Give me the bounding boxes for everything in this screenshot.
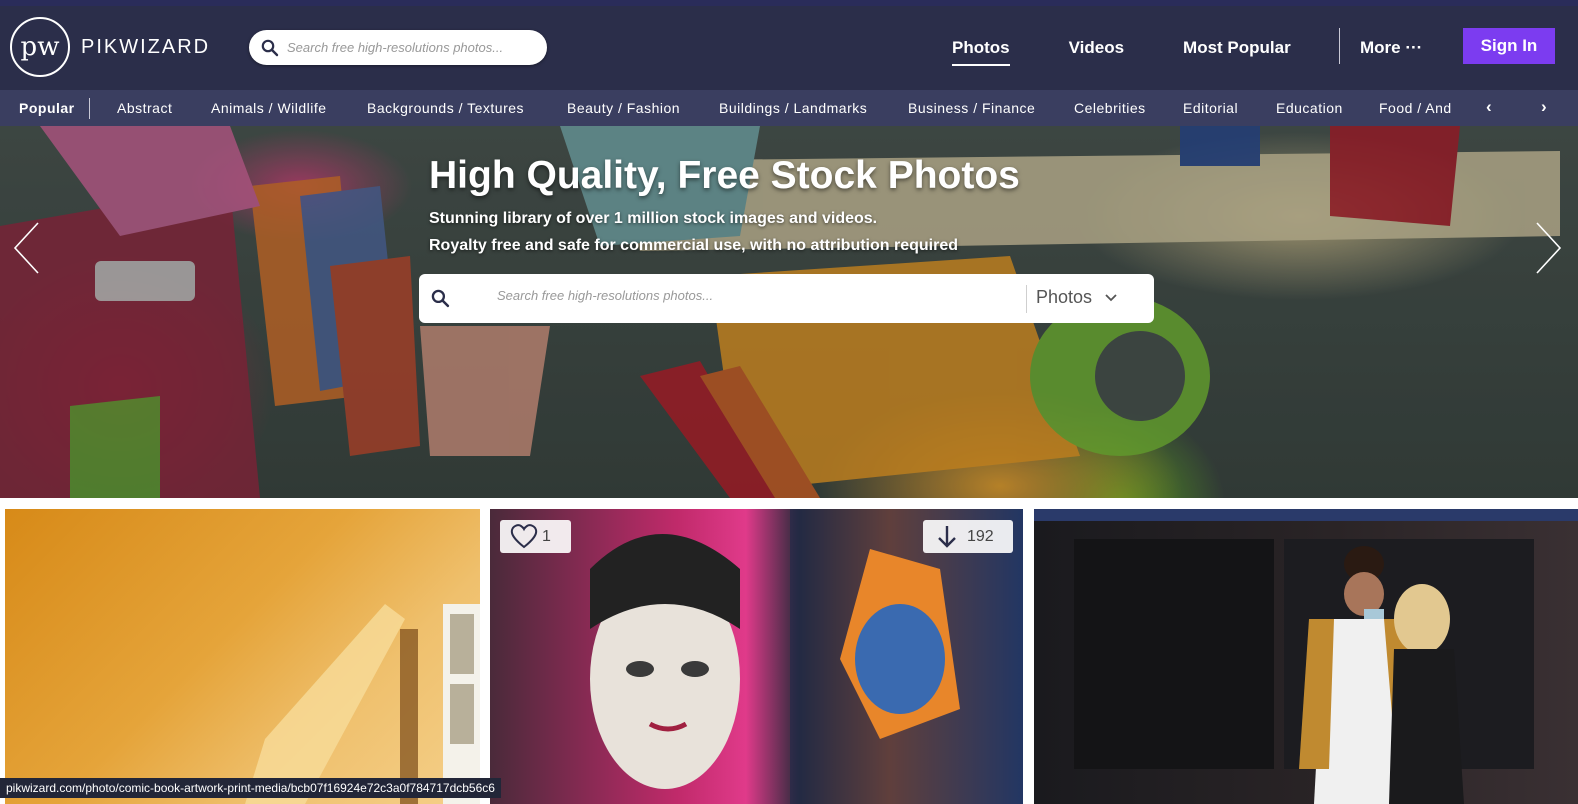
status-bar-url: pikwizard.com/photo/comic-book-artwork-p… xyxy=(0,778,501,798)
chevron-down-icon xyxy=(1105,294,1117,302)
hero-subtitle-2: Royalty free and safe for commercial use… xyxy=(429,237,958,254)
category-editorial[interactable]: Editorial xyxy=(1183,100,1238,116)
more-menu-button[interactable]: More ··· xyxy=(1360,38,1422,58)
category-scroll-right-icon[interactable]: › xyxy=(1541,97,1547,117)
site-header: pw PIKWIZARD Photos Videos Most Popular … xyxy=(0,6,1578,90)
header-search xyxy=(249,30,547,65)
like-button[interactable]: 1 xyxy=(500,520,571,553)
photo-tile[interactable]: 1 192 xyxy=(490,509,1023,804)
heart-icon xyxy=(510,524,538,549)
photo-tile[interactable] xyxy=(1034,509,1578,804)
nav-photos[interactable]: Photos xyxy=(952,38,1010,66)
search-type-divider xyxy=(1026,285,1027,313)
search-icon[interactable] xyxy=(431,289,450,308)
hero-search-bar: Photos xyxy=(419,274,1154,323)
hero-title: High Quality, Free Stock Photos xyxy=(429,154,1020,197)
hero-subtitle-1: Stunning library of over 1 million stock… xyxy=(429,210,878,227)
category-animals-wildlife[interactable]: Animals / Wildlife xyxy=(211,100,327,116)
logo-text: PIKWIZARD xyxy=(81,35,211,58)
category-beauty-fashion[interactable]: Beauty / Fashion xyxy=(567,100,680,116)
search-icon[interactable] xyxy=(261,39,279,57)
nav-videos[interactable]: Videos xyxy=(1069,38,1124,58)
photo-image xyxy=(1034,509,1578,804)
download-arrow-icon xyxy=(938,525,956,548)
category-education[interactable]: Education xyxy=(1276,100,1343,116)
main-nav: Photos Videos Most Popular xyxy=(940,6,1351,90)
category-bar: Popular Abstract Animals / Wildlife Back… xyxy=(0,90,1578,126)
category-scroll-left-icon[interactable]: ‹ xyxy=(1486,97,1492,117)
hero-next-arrow-icon[interactable] xyxy=(1533,221,1563,275)
category-divider xyxy=(89,98,90,119)
search-type-label: Photos xyxy=(1036,287,1093,307)
category-business-finance[interactable]: Business / Finance xyxy=(908,100,1035,116)
header-search-input[interactable] xyxy=(287,40,527,55)
nav-divider xyxy=(1339,28,1340,64)
download-button[interactable]: 192 xyxy=(923,520,1013,553)
download-count: 192 xyxy=(967,527,994,545)
photo-tile[interactable] xyxy=(5,509,480,804)
sign-in-button[interactable]: Sign In xyxy=(1463,28,1555,64)
hero-search-input[interactable] xyxy=(497,288,1017,303)
nav-most-popular[interactable]: Most Popular xyxy=(1183,38,1291,58)
search-type-select[interactable]: Photos xyxy=(1036,287,1117,308)
hero-prev-arrow-icon[interactable] xyxy=(12,221,42,275)
like-count: 1 xyxy=(542,527,551,545)
photo-image xyxy=(590,509,1023,804)
logo-mark: pw xyxy=(10,17,70,77)
category-backgrounds-textures[interactable]: Backgrounds / Textures xyxy=(367,100,524,116)
logo[interactable]: pw PIKWIZARD xyxy=(10,17,210,77)
photo-image xyxy=(245,604,480,804)
category-celebrities[interactable]: Celebrities xyxy=(1074,100,1146,116)
category-food[interactable]: Food / And xyxy=(1379,100,1452,116)
category-abstract[interactable]: Abstract xyxy=(117,100,172,116)
category-buildings-landmarks[interactable]: Buildings / Landmarks xyxy=(719,100,867,116)
category-popular[interactable]: Popular xyxy=(19,100,75,116)
hero-banner: High Quality, Free Stock Photos Stunning… xyxy=(0,126,1578,498)
